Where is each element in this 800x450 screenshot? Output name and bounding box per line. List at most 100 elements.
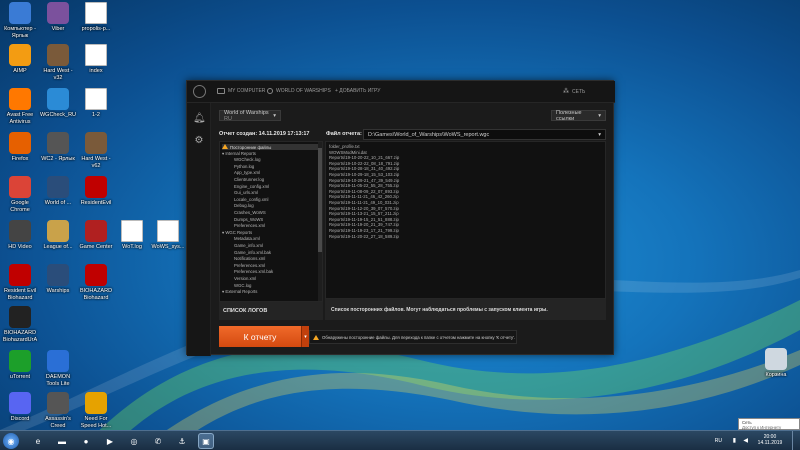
file-row[interactable]: Reports\19-11-19-20_21_39_747.zip [329, 222, 399, 227]
nav-world-of-warships[interactable]: WORLD OF WARSHIPS [267, 88, 331, 94]
desktop-icon[interactable]: Discord [1, 392, 39, 423]
clock[interactable]: 20:00 14.11.2019 [752, 434, 788, 446]
tree-item[interactable]: Locale_config.xml [234, 197, 268, 202]
file-row[interactable]: Reports\19-10-29-18_15_53_103.zip [329, 172, 399, 177]
file-row[interactable]: Reports\19-11-19-23_17_21_799.zip [329, 228, 399, 233]
tree-item[interactable]: WGC.log [234, 283, 251, 288]
tree-scrollbar[interactable] [318, 142, 322, 301]
game-select[interactable]: World of Warships RU ▾ [219, 110, 281, 122]
desktop-icon[interactable]: 1-2 [77, 88, 115, 119]
desktop-icon[interactable]: HD Video [1, 220, 39, 251]
tree-item[interactable]: Preferences.xml [234, 263, 265, 268]
desktop-icon[interactable]: WoT.log [113, 220, 151, 251]
desktop-icon[interactable]: Avast Free Antivirus [1, 88, 39, 125]
desktop-icon[interactable]: Hard West - v62 [77, 132, 115, 169]
desktop-icon[interactable]: BIOHAZARD BiohazardUrA [1, 306, 39, 343]
to-report-dropdown-button[interactable]: ▾ [301, 326, 309, 347]
desktop-icon[interactable]: Корзина [757, 348, 795, 379]
file-row[interactable]: Reports\19-11-13-21_15_57_211.zip [329, 211, 399, 216]
desktop-icon[interactable]: Warships [39, 264, 77, 295]
desktop-icon[interactable]: BIOHAZARD Biohazard [77, 264, 115, 301]
ie-icon[interactable]: e [30, 433, 46, 449]
desktop-icon[interactable]: Компьютер - Ярлык [1, 2, 39, 39]
desktop-icon[interactable]: propolis-p... [77, 2, 115, 33]
tree-item[interactable]: ▾ External Reports [222, 289, 257, 294]
desktop-icon[interactable]: Hard West - v32 [39, 44, 77, 81]
desktop-icon[interactable]: ResidentEvil [77, 176, 115, 207]
desktop-icon[interactable]: Resident Evil Biohazard [1, 264, 39, 301]
desktop-icon[interactable]: League of... [39, 220, 77, 251]
desktop-icon[interactable]: WGCheck_RU [39, 88, 77, 119]
file-row[interactable]: Reports\19-10-20-22_10_21_667.zip [329, 155, 399, 160]
tree-item[interactable]: Version.xml [234, 276, 256, 281]
tree-item[interactable]: Metadata.xml [234, 236, 260, 241]
media-icon[interactable]: ▶ [102, 433, 118, 449]
desktop-icon[interactable]: uTorrent [1, 350, 39, 381]
explorer-icon[interactable]: ▬ [54, 433, 70, 449]
notifications-bell-icon[interactable]: 🔔︎ [193, 113, 206, 125]
file-row[interactable]: Reports\19-11-11-21_49_10_031.zip [329, 200, 399, 205]
desktop-icon[interactable]: WC2 - Ярлык [39, 132, 77, 163]
tree-item[interactable]: Preferences.xml.bak [234, 269, 273, 274]
wows-icon[interactable]: ⚓ [174, 433, 190, 449]
tree-item[interactable]: Game_info.xml [234, 243, 263, 248]
useful-links-select[interactable]: Полезные ссылки ▾ [551, 110, 606, 122]
desktop-icon[interactable]: Firefox [1, 132, 39, 163]
file-row[interactable]: Reports\19-11-20-22_27_18_589.zip [329, 234, 399, 239]
desktop-icon[interactable]: Viber [39, 2, 77, 33]
tree-item[interactable]: Debug.log [234, 203, 254, 208]
desktop-icon[interactable]: AIMP [1, 44, 39, 75]
tree-item[interactable]: Notifications.xml [234, 256, 265, 261]
nav-add-game[interactable]: + ДОБАВИТЬ ИГРУ [335, 88, 380, 94]
file-row[interactable]: Reports\19-10-29-21_47_39_549.zip [329, 178, 399, 183]
file-row[interactable]: Reports\19-11-05-22_55_28_755.zip [329, 183, 399, 188]
desktop-icon-label: Warships [46, 288, 70, 294]
tree-item[interactable]: Dumps_WoWS [234, 217, 263, 222]
tree-scrollbar-thumb[interactable] [318, 148, 322, 252]
file-row[interactable]: WOWSModMini.dat [329, 150, 367, 155]
desktop-icon[interactable]: World of ... [39, 176, 77, 207]
file-row[interactable]: Reports\19-11-11-21_46_42_260.zip [329, 194, 399, 199]
file-row[interactable]: Reports\19-11-12-20_39_07_570.zip [329, 206, 399, 211]
desktop-icon[interactable]: Assassin's Creed [39, 392, 77, 429]
tree-item[interactable]: App_type.xml [234, 170, 260, 175]
desktop-icon[interactable]: Google Chrome [1, 176, 39, 213]
start-icon[interactable]: ◉ [3, 433, 19, 449]
tree-item[interactable]: Посторонние файлы [222, 144, 318, 150]
tree-item[interactable]: Python.log [234, 164, 254, 169]
chrome-icon[interactable]: ◎ [126, 433, 142, 449]
tree-item[interactable]: Crashes_WoWS [234, 210, 266, 215]
file-row[interactable]: Reports\19-11-08-09_22_07_893.zip [329, 189, 399, 194]
show-desktop-button[interactable] [792, 431, 800, 450]
tree-item[interactable]: Engine_config.xml [234, 184, 269, 189]
tree-item[interactable]: ▾ WGC Reports [222, 230, 252, 235]
desktop-icon[interactable]: Game Center [77, 220, 115, 251]
viber-icon[interactable]: ✆ [150, 433, 166, 449]
tree-item[interactable]: Gui_urls.xml [234, 190, 258, 195]
nav-network[interactable]: ⁂ СЕТЬ [563, 88, 585, 96]
file-row[interactable]: Reports\19-10-22-22_08_18_791.zip [329, 161, 399, 166]
nav-my-computer[interactable]: MY COMPUTER [217, 88, 265, 94]
wgcheck-icon[interactable]: ▣ [198, 433, 214, 449]
tree-item[interactable]: Clientrunner.log [234, 177, 264, 182]
file-row[interactable]: Reports\19-11-19-15_21_51_888.zip [329, 217, 399, 222]
network-icon[interactable]: ▮ [733, 437, 736, 444]
desktop-icon[interactable]: WoWS_sys... [149, 220, 187, 251]
tray-language[interactable]: RU [715, 438, 722, 444]
firefox-icon[interactable]: ● [78, 433, 94, 449]
desktop-icon-label: Discord [10, 416, 30, 422]
volume-icon[interactable]: ◀ [743, 437, 748, 444]
file-row[interactable]: folder_profile.txt [329, 144, 360, 149]
file-row[interactable]: Reports\19-10-28-18_31_40_492.zip [329, 166, 399, 171]
desktop-icon[interactable]: DAEMON Tools Lite [39, 350, 77, 387]
tree-item[interactable]: Preferences.xml [234, 223, 265, 228]
tree-item[interactable]: WGCheck.log [234, 157, 261, 162]
desktop-icon[interactable]: Need For Speed Hot... [77, 392, 115, 429]
desktop-icon[interactable]: index [77, 44, 115, 75]
file-icon [85, 88, 107, 110]
settings-gear-icon[interactable]: ⚙ [193, 135, 205, 147]
tree-item[interactable]: ▾ Internal Reports [222, 151, 256, 156]
report-file-path-field[interactable]: D:\Games\World_of_Warships\WoWS_report.w… [363, 129, 606, 140]
to-report-button[interactable]: К отчету [219, 326, 301, 347]
tree-item[interactable]: Game_info.xml.bak [234, 250, 271, 255]
